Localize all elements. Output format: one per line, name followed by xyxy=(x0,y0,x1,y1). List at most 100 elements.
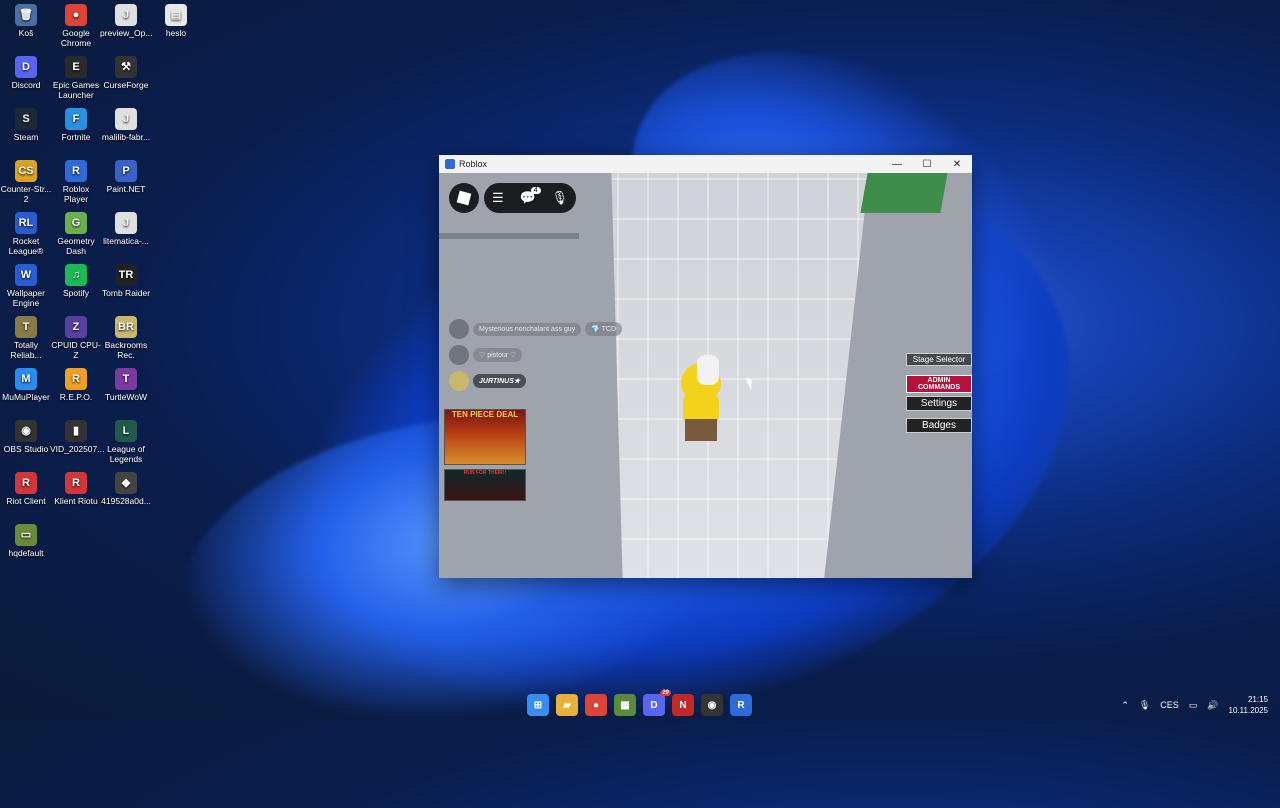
player-row[interactable]: Mysterious nonchalant ass guy 💎 TCD xyxy=(449,319,623,339)
app-icon: RL xyxy=(15,212,37,234)
desktop-icon[interactable]: ▮ VID_202507... xyxy=(50,420,104,454)
desktop-icon[interactable]: Jmalilib-fabr... xyxy=(100,108,152,142)
desktop-icon[interactable]: E Epic Games Launcher xyxy=(50,56,102,100)
desktop-icon-label: Geometry Dash xyxy=(57,236,95,256)
roblox-menu-button[interactable] xyxy=(449,183,479,213)
game-viewport[interactable]: ☰ 💬 4 🎙 Mysterious nonchalant ass guy 💎 T… xyxy=(439,173,972,578)
desktop-icon-label: Fortnite xyxy=(61,132,91,142)
minimize-button[interactable]: — xyxy=(882,155,912,173)
hamburger-icon[interactable]: ☰ xyxy=(492,190,504,206)
desktop-icon-label: heslo xyxy=(165,28,187,38)
chevron-up-icon[interactable]: ⌃ xyxy=(1121,700,1129,711)
desktop-icon[interactable]: R R.E.P.O. xyxy=(50,368,102,402)
desktop-icon[interactable]: W Wallpaper Engine xyxy=(0,264,52,308)
player-name: Mysterious nonchalant ass guy xyxy=(473,322,582,336)
ad-banner[interactable]: TEN PIECE DEAL xyxy=(444,409,526,465)
desktop-icon[interactable]: BR Backrooms Rec. xyxy=(100,316,152,360)
windows-start-icon[interactable]: ⊞ xyxy=(527,694,549,716)
app-icon: J xyxy=(115,212,137,234)
desktop-icon[interactable]: RL Rocket League® xyxy=(0,212,52,256)
settings-button[interactable]: Settings xyxy=(906,396,972,411)
avatar xyxy=(449,371,469,391)
app-icon: R xyxy=(65,472,87,494)
desktop-icon[interactable]: R Riot Client xyxy=(0,472,52,506)
desktop-icon[interactable]: Z CPUID CPU-Z xyxy=(50,316,102,360)
desktop-icon[interactable]: R Roblox Player xyxy=(50,160,102,204)
discord-icon[interactable]: D 29 xyxy=(643,690,671,716)
desktop-icon[interactable]: 🗑 Koš xyxy=(0,4,52,38)
player-avatar xyxy=(671,343,731,443)
desktop-icon[interactable]: S Steam xyxy=(0,108,52,142)
desktop-icon[interactable]: TR Tomb Raider xyxy=(100,264,152,298)
clock[interactable]: 21:15 10.11.2025 xyxy=(1229,694,1268,716)
ad-banner[interactable]: RUN FOR THEIR!! xyxy=(444,469,526,501)
desktop-icon[interactable]: ◆ 419528a0d... xyxy=(100,472,152,506)
desktop-icon[interactable]: T Totally Reliab... xyxy=(0,316,52,360)
app-icon: ⚒ xyxy=(115,56,137,78)
desktop-icon[interactable]: ♫ Spotify xyxy=(50,264,102,298)
minecraft-icon[interactable]: ▦ xyxy=(614,694,636,716)
desktop-icon[interactable]: Jpreview_Op... xyxy=(100,4,152,38)
desktop-icon-label: preview_Op... xyxy=(100,28,153,38)
desktop-icon-label: 419528a0d... xyxy=(101,496,151,506)
desktop-icon[interactable]: ◉ OBS Studio xyxy=(0,420,52,454)
desktop-icon[interactable]: F Fortnite xyxy=(50,108,102,142)
app-icon: ▤ xyxy=(165,4,187,26)
taskbar: ⊞ ▰ ● ▦ D 29 N ◉ R ⌃ 🎙 CES ▭ 🔊 21:15 10.11.2025 xyxy=(0,690,1280,720)
app-icon: ◆ xyxy=(115,472,137,494)
player-row[interactable]: ♡ pistour ♡ xyxy=(449,345,622,365)
desktop-icon-label: Google Chrome xyxy=(60,28,92,48)
desktop-icon-label: Epic Games Launcher xyxy=(52,80,100,100)
chat-icon[interactable]: 💬 4 xyxy=(519,187,541,206)
maximize-button[interactable]: ☐ xyxy=(912,155,942,173)
desktop-icon-label: Spotify xyxy=(63,288,89,298)
stage-selector-button[interactable]: Stage Selector xyxy=(906,353,972,366)
app-icon: 🗑 xyxy=(15,4,37,26)
roblox-icon[interactable]: R xyxy=(730,694,752,716)
taskbar-apps: ⊞ ▰ ● ▦ D 29 N ◉ R xyxy=(527,690,752,716)
app-icon: E xyxy=(65,56,87,78)
app-icon: BR xyxy=(115,316,137,338)
news-app-icon[interactable]: N xyxy=(672,694,694,716)
chrome-icon[interactable]: ● xyxy=(585,694,607,716)
desktop-icon[interactable]: T TurtleWoW xyxy=(100,368,152,402)
desktop-icon[interactable]: G Geometry Dash xyxy=(50,212,102,256)
display-icon[interactable]: ▭ xyxy=(1189,700,1198,711)
desktop-icon-label: hqdefault xyxy=(8,548,44,558)
app-icon: D xyxy=(15,56,37,78)
avatar xyxy=(449,319,469,339)
desktop-icon[interactable]: P Paint.NET xyxy=(100,160,152,194)
microphone-icon[interactable]: 🎙 xyxy=(552,190,569,206)
desktop-icon[interactable]: ● Google Chrome xyxy=(50,4,102,48)
app-icon: M xyxy=(15,368,37,390)
desktop-icon-label: TurtleWoW xyxy=(104,392,148,402)
app-icon: ▮ xyxy=(65,420,87,442)
desktop-icon[interactable]: CS Counter-Str... 2 xyxy=(0,160,52,204)
desktop-icon[interactable]: R Klient Riotu xyxy=(50,472,102,506)
desktop-icon[interactable]: ⚒ CurseForge xyxy=(100,56,152,90)
app-icon: L xyxy=(115,420,137,442)
avatar-hair xyxy=(697,355,719,385)
green-block xyxy=(860,173,948,213)
desktop-icon[interactable]: D Discord xyxy=(0,56,52,90)
desktop-icon[interactable]: ▤ heslo xyxy=(150,4,202,38)
desktop-icon[interactable]: ▭ hqdefault xyxy=(0,524,52,558)
window-titlebar[interactable]: Roblox — ☐ ✕ xyxy=(439,155,972,173)
admin-commands-button[interactable]: ADMIN COMMANDS xyxy=(906,375,972,393)
desktop-icon-label: litematica-... xyxy=(103,236,149,246)
speaker-icon[interactable]: 🔊 xyxy=(1207,700,1218,711)
file-explorer-icon[interactable]: ▰ xyxy=(556,694,578,716)
desktop-icon[interactable]: Jlitematica-... xyxy=(100,212,152,246)
ledge xyxy=(439,233,579,239)
app-icon: S xyxy=(15,108,37,130)
desktop-icon[interactable]: M MuMuPlayer xyxy=(0,368,52,402)
player-row[interactable]: JURTINUS★ xyxy=(449,371,622,391)
microphone-icon[interactable]: 🎙 xyxy=(1139,700,1150,711)
language-indicator[interactable]: CES xyxy=(1160,700,1179,710)
badges-button[interactable]: Badges xyxy=(906,418,972,433)
player-name: ♡ pistour ♡ xyxy=(473,348,523,362)
close-button[interactable]: ✕ xyxy=(942,155,972,173)
roblox-window[interactable]: Roblox — ☐ ✕ ☰ 💬 4 🎙 Mysterious nonchalan… xyxy=(439,155,972,578)
obs-icon[interactable]: ◉ xyxy=(701,694,723,716)
desktop-icon[interactable]: L League of Legends xyxy=(100,420,152,464)
